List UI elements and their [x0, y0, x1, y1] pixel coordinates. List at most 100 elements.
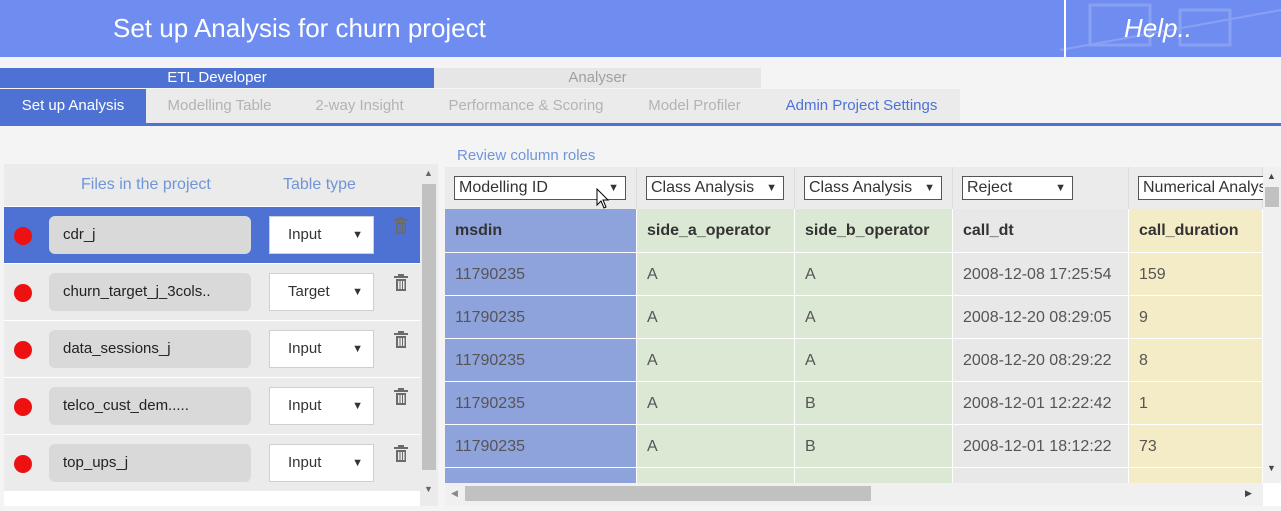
files-scrollbar[interactable]: ▲ ▼	[420, 164, 438, 506]
scroll-down-icon[interactable]: ▼	[424, 484, 433, 494]
table-type-column-header: Table type	[283, 176, 356, 193]
table-type-select[interactable]: Input ▼	[269, 216, 374, 254]
file-name[interactable]: telco_cust_dem.....	[49, 387, 251, 425]
trash-icon[interactable]	[393, 445, 409, 463]
table-cell: 8	[1129, 338, 1263, 381]
tab-underline	[0, 123, 1281, 126]
caret-down-icon: ▼	[352, 400, 363, 412]
header-divider	[1064, 0, 1066, 57]
trash-icon[interactable]	[393, 331, 409, 349]
page-title: Set up Analysis for churn project	[113, 13, 486, 43]
role-cell: Reject ▼	[953, 167, 1129, 209]
table-cell: 2008-12-01 18:12:22	[953, 424, 1129, 467]
column-role-select[interactable]: Reject ▼	[962, 176, 1073, 200]
caret-down-icon: ▼	[352, 229, 363, 241]
table-cell	[795, 467, 953, 483]
caret-down-icon: ▼	[352, 286, 363, 298]
table-cell	[637, 467, 795, 483]
column-role-select[interactable]: Numerical Analysis	[1138, 176, 1263, 200]
table-type-select[interactable]: Input ▼	[269, 387, 374, 425]
file-row[interactable]: top_ups_j Input ▼	[4, 435, 420, 492]
table-cell	[953, 467, 1129, 483]
table-cell: 11790235	[445, 381, 637, 424]
table-cell: B	[795, 381, 953, 424]
grid-column: Numerical Analysis call_duration 159 9 8…	[1129, 167, 1263, 483]
file-row[interactable]: cdr_j Input ▼	[4, 207, 420, 264]
role-cell: Class Analysis ▼	[795, 167, 953, 209]
role-analyser[interactable]: Analyser	[434, 68, 761, 88]
grid-column: Modelling ID ▼ msdin 11790235 11790235 11…	[445, 167, 637, 483]
table-cell: 11790235	[445, 338, 637, 381]
files-panel: Files in the project Table type cdr_j In…	[4, 164, 438, 506]
table-cell: A	[637, 381, 795, 424]
table-cell: A	[637, 424, 795, 467]
table-type-select[interactable]: Target ▼	[269, 273, 374, 311]
table-cell: A	[637, 338, 795, 381]
tab-bar: Set up Analysis Modelling Table 2-way In…	[0, 89, 1281, 123]
tab-set-up-analysis[interactable]: Set up Analysis	[0, 89, 146, 123]
table-cell: A	[637, 252, 795, 295]
files-header: Files in the project Table type	[4, 164, 420, 206]
table-cell: 11790235	[445, 424, 637, 467]
trash-icon[interactable]	[393, 388, 409, 406]
grid-vertical-scrollbar[interactable]: ▲ ▼	[1263, 167, 1281, 483]
table-cell: 159	[1129, 252, 1263, 295]
file-name[interactable]: data_sessions_j	[49, 330, 251, 368]
scrollbar-thumb[interactable]	[465, 486, 871, 501]
file-row[interactable]: telco_cust_dem..... Input ▼	[4, 378, 420, 435]
table-type-select[interactable]: Input ▼	[269, 330, 374, 368]
table-cell	[445, 467, 637, 483]
table-cell: 2008-12-08 17:25:54	[953, 252, 1129, 295]
column-header: msdin	[445, 209, 637, 252]
caret-down-icon: ▼	[352, 457, 363, 469]
table-cell: A	[795, 252, 953, 295]
app-header: Set up Analysis for churn project Help..	[0, 0, 1281, 57]
trash-icon[interactable]	[393, 274, 409, 292]
table-type-select[interactable]: Input ▼	[269, 444, 374, 482]
status-dot	[14, 455, 32, 473]
scrollbar-thumb[interactable]	[422, 184, 436, 470]
mouse-cursor-icon	[596, 188, 610, 209]
scroll-down-icon[interactable]: ▼	[1267, 463, 1276, 473]
grid-horizontal-scrollbar[interactable]: ◀ ▶	[445, 483, 1263, 506]
scroll-left-icon[interactable]: ◀	[451, 488, 458, 499]
column-header: call_duration	[1129, 209, 1263, 252]
column-role-select[interactable]: Class Analysis ▼	[804, 176, 942, 200]
table-cell: A	[637, 295, 795, 338]
table-cell: 9	[1129, 295, 1263, 338]
table-cell: 2008-12-01 12:22:42	[953, 381, 1129, 424]
role-etl-developer[interactable]: ETL Developer	[0, 68, 434, 88]
grid-column: Class Analysis ▼ side_a_operator A A A A …	[637, 167, 795, 483]
trash-icon[interactable]	[393, 217, 409, 235]
tab-modelling-table[interactable]: Modelling Table	[146, 89, 293, 123]
table-cell: 11790235	[445, 252, 637, 295]
help-link[interactable]: Help..	[1124, 13, 1192, 44]
status-dot	[14, 284, 32, 302]
table-cell: 2008-12-20 08:29:05	[953, 295, 1129, 338]
scroll-right-icon[interactable]: ▶	[1245, 488, 1252, 499]
scrollbar-thumb[interactable]	[1265, 187, 1279, 207]
role-cell: Class Analysis ▼	[637, 167, 795, 209]
column-header: side_b_operator	[795, 209, 953, 252]
tab-2-way-insight[interactable]: 2-way Insight	[293, 89, 426, 123]
grid-column: Reject ▼ call_dt 2008-12-08 17:25:54 2008…	[953, 167, 1129, 483]
file-row[interactable]: churn_target_j_3cols.. Target ▼	[4, 264, 420, 321]
caret-down-icon: ▼	[352, 343, 363, 355]
file-name[interactable]: top_ups_j	[49, 444, 251, 482]
table-cell: A	[795, 295, 953, 338]
column-role-select[interactable]: Class Analysis ▼	[646, 176, 784, 200]
scroll-up-icon[interactable]: ▲	[1267, 171, 1276, 181]
role-cell: Numerical Analysis	[1129, 167, 1263, 209]
scroll-up-icon[interactable]: ▲	[424, 168, 433, 178]
tab-admin-project-settings[interactable]: Admin Project Settings	[763, 89, 960, 123]
tab-model-profiler[interactable]: Model Profiler	[626, 89, 763, 123]
table-cell: A	[795, 338, 953, 381]
column-header: call_dt	[953, 209, 1129, 252]
file-row[interactable]: data_sessions_j Input ▼	[4, 321, 420, 378]
files-column-header: Files in the project	[81, 176, 211, 193]
file-name[interactable]: churn_target_j_3cols..	[49, 273, 251, 311]
table-cell: 73	[1129, 424, 1263, 467]
tab-performance-scoring[interactable]: Performance & Scoring	[426, 89, 626, 123]
column-header: side_a_operator	[637, 209, 795, 252]
file-name[interactable]: cdr_j	[49, 216, 251, 254]
